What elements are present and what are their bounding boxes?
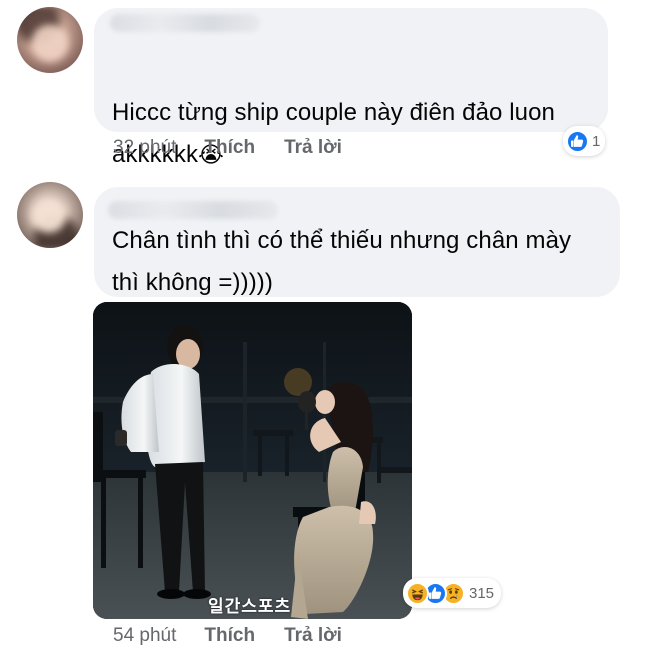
- attached-photo[interactable]: 일간스포츠: [93, 302, 412, 619]
- comment-bubble: Chân tình thì có thể thiếu nhưng chân mà…: [94, 187, 620, 297]
- reaction-summary[interactable]: 315: [403, 578, 502, 608]
- like-icon: [566, 129, 589, 153]
- photo-image: [93, 302, 412, 619]
- reaction-summary[interactable]: 1: [563, 126, 606, 156]
- commenter-avatar[interactable]: [17, 7, 83, 73]
- haha-icon: [406, 581, 429, 605]
- reaction-count: 1: [592, 132, 601, 150]
- comment-time[interactable]: 54 phút: [113, 625, 176, 647]
- reaction-count: 315: [469, 584, 495, 602]
- commenter-avatar[interactable]: [17, 182, 83, 248]
- reply-button[interactable]: Trả lời: [284, 137, 342, 159]
- author-name-blurred[interactable]: [110, 14, 260, 32]
- comment-meta: 54 phút Thích Trả lời: [113, 625, 342, 647]
- author-name-blurred[interactable]: [108, 201, 278, 219]
- photo-watermark: 일간스포츠: [208, 597, 292, 616]
- comment-text: Chân tình thì có thể thiếu nhưng chân mà…: [112, 227, 572, 296]
- reply-button[interactable]: Trả lời: [284, 625, 342, 647]
- like-button[interactable]: Thích: [204, 137, 255, 159]
- comment-bubble: Hiccc từng ship couple này điên đảo luon…: [94, 8, 608, 168]
- comment-thread: Hiccc từng ship couple này điên đảo luon…: [0, 0, 660, 669]
- comment-time[interactable]: 32 phút: [113, 137, 176, 159]
- comment-meta: 32 phút Thích Trả lời: [113, 137, 342, 159]
- like-button[interactable]: Thích: [204, 625, 255, 647]
